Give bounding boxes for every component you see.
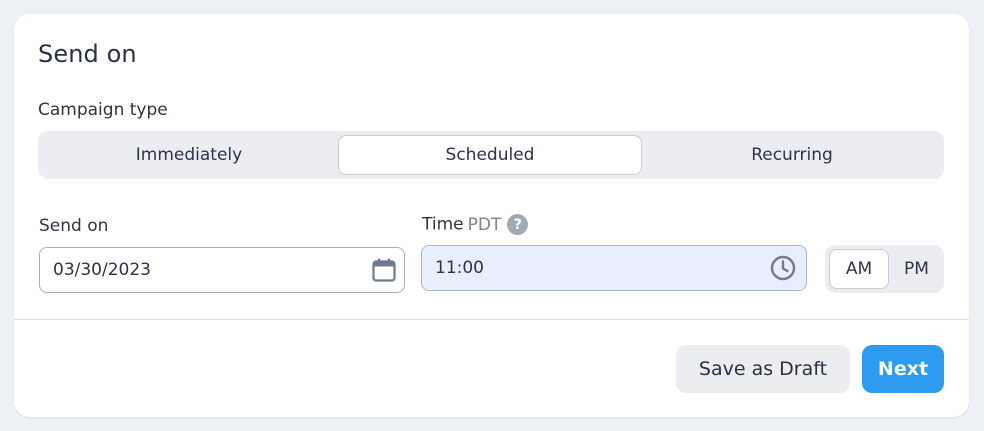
campaign-type-scheduled[interactable]: Scheduled: [338, 135, 642, 175]
campaign-type-segmented-control: Immediately Scheduled Recurring: [38, 131, 944, 179]
time-label-group: Time PDT?: [422, 214, 529, 235]
footer-divider: [14, 319, 969, 320]
campaign-type-immediately[interactable]: Immediately: [38, 131, 340, 179]
calendar-icon[interactable]: [370, 256, 398, 284]
campaign-type-recurring[interactable]: Recurring: [640, 131, 944, 179]
date-value: 03/30/2023: [53, 260, 151, 280]
help-icon[interactable]: ?: [507, 214, 529, 235]
send-on-date-label: Send on: [39, 216, 109, 236]
time-label: Time: [422, 214, 464, 235]
meridiem-toggle: AM PM: [825, 245, 944, 293]
time-value: 11:00: [435, 258, 484, 278]
next-button[interactable]: Next: [862, 345, 944, 393]
campaign-type-label: Campaign type: [38, 100, 168, 120]
meridiem-am[interactable]: AM: [829, 249, 889, 289]
section-title: Send on: [38, 40, 137, 68]
save-as-draft-button[interactable]: Save as Draft: [676, 345, 850, 393]
clock-icon[interactable]: [769, 254, 797, 282]
send-on-card: Send on Campaign type Immediately Schedu…: [14, 14, 969, 417]
meridiem-pm[interactable]: PM: [889, 245, 944, 293]
send-on-date-input[interactable]: 03/30/2023: [39, 247, 405, 293]
time-input[interactable]: 11:00: [421, 245, 807, 291]
timezone-label: PDT: [467, 214, 502, 235]
